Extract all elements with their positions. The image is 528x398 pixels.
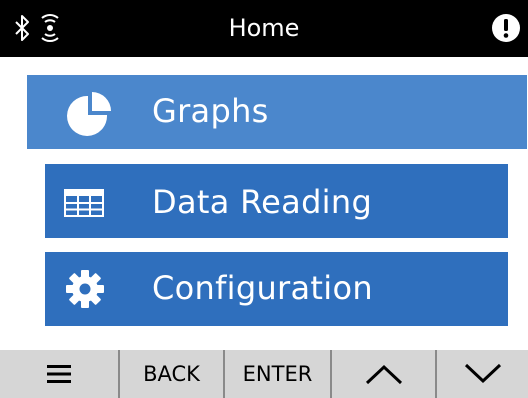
back-label: BACK [143,362,200,386]
back-softkey[interactable]: BACK [120,350,223,398]
up-softkey[interactable] [332,350,435,398]
menu-item-label: Graphs [152,92,269,130]
menu-item-data-reading[interactable]: Data Reading [45,164,508,238]
down-softkey[interactable] [437,350,528,398]
menu-item-label: Data Reading [152,183,373,221]
chevron-up-icon [365,364,402,385]
softkey-bar: BACK ENTER [0,350,528,398]
menu-item-configuration[interactable]: Configuration [45,252,508,326]
alert-icon[interactable] [491,13,521,43]
table-icon [64,189,104,217]
pie-chart-icon [67,92,111,136]
page-title: Home [228,14,300,42]
menu-item-label: Configuration [152,269,373,307]
gear-icon [66,270,104,308]
status-bar: Home [0,0,528,57]
enter-label: ENTER [242,362,313,386]
menu-item-graphs[interactable]: Graphs [27,75,527,149]
device-screen: Home Graphs Data Reading Configuration B… [0,0,528,398]
enter-softkey[interactable]: ENTER [225,350,330,398]
chevron-down-icon [464,363,501,384]
hamburger-menu-icon [47,365,71,383]
menu-softkey[interactable] [0,350,118,398]
